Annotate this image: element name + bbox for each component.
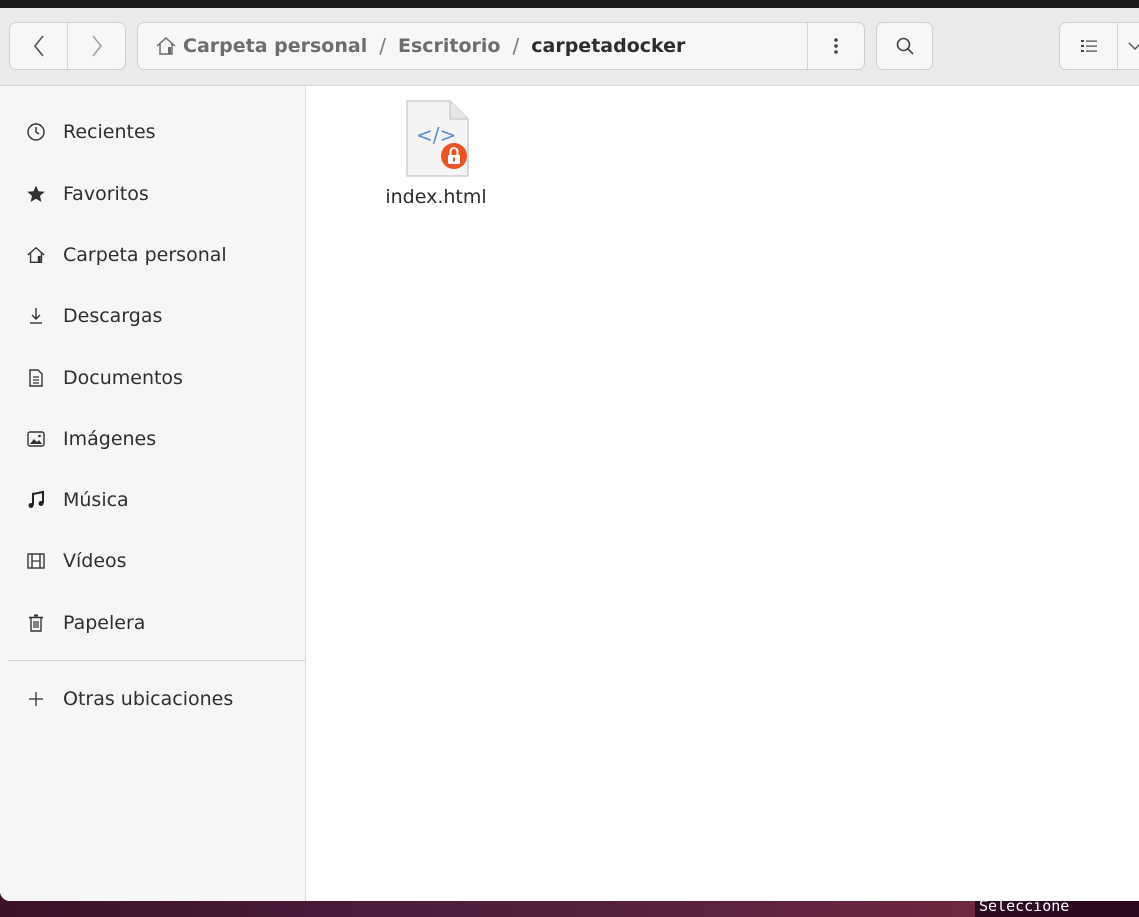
sidebar-item-otras-ubicaciones[interactable]: Otras ubicaciones: [0, 669, 305, 729]
sidebar-item-label: Documentos: [63, 367, 183, 389]
breadcrumb-current[interactable]: carpetadocker: [531, 35, 685, 57]
svg-text:</>: </>: [416, 123, 456, 147]
plus-icon: [25, 688, 47, 710]
sidebar-item-label: Música: [63, 489, 129, 511]
star-icon: [25, 183, 47, 205]
sidebar: Recientes Favoritos Carpeta personal Des…: [0, 86, 306, 901]
sidebar-item-label: Carpeta personal: [63, 244, 227, 266]
sidebar-item-label: Recientes: [63, 121, 156, 143]
breadcrumb-separator: /: [512, 34, 520, 58]
sidebar-item-label: Favoritos: [63, 183, 149, 205]
breadcrumb-escritorio[interactable]: Escritorio: [398, 35, 501, 57]
path-bar: Carpeta personal / Escritorio / carpetad…: [137, 22, 865, 70]
sidebar-item-documentos[interactable]: Documentos: [0, 348, 305, 408]
list-view-button[interactable]: [1060, 23, 1118, 69]
list-view-icon: [1080, 40, 1097, 52]
chevron-down-icon: [1128, 42, 1139, 51]
sidebar-item-musica[interactable]: Música: [0, 470, 305, 530]
path-menu-button[interactable]: [807, 23, 864, 69]
sidebar-item-label: Descargas: [63, 305, 163, 327]
top-bar-strip: [0, 0, 1139, 8]
header-bar: Carpeta personal / Escritorio / carpetad…: [0, 8, 1139, 86]
forward-button[interactable]: [67, 23, 125, 69]
breadcrumb-separator: /: [379, 34, 386, 58]
sidebar-item-videos[interactable]: Vídeos: [0, 531, 305, 591]
sidebar-item-label: Otras ubicaciones: [63, 688, 234, 710]
search-icon: [896, 37, 914, 55]
home-icon: [25, 244, 47, 266]
sidebar-item-favoritos[interactable]: Favoritos: [0, 164, 305, 224]
sidebar-item-carpeta-personal[interactable]: Carpeta personal: [0, 225, 305, 285]
sidebar-item-label: Imágenes: [63, 428, 157, 450]
file-view: </> index.html: [306, 86, 1139, 901]
chevron-right-icon: [91, 35, 102, 57]
film-icon: [25, 550, 47, 572]
sidebar-item-papelera[interactable]: Papelera: [0, 593, 305, 653]
html-file-icon: </>: [406, 100, 469, 177]
breadcrumb-home[interactable]: Carpeta personal: [183, 35, 367, 57]
view-dropdown-button[interactable]: [1118, 23, 1139, 69]
sidebar-item-descargas[interactable]: Descargas: [0, 286, 305, 346]
sidebar-divider: [8, 660, 305, 661]
download-icon: [25, 305, 47, 327]
clock-icon: [25, 121, 47, 143]
search-button[interactable]: [876, 22, 933, 70]
music-icon: [25, 489, 47, 511]
sidebar-item-imagenes[interactable]: Imágenes: [0, 409, 305, 469]
sidebar-item-recientes[interactable]: Recientes: [0, 102, 305, 162]
lock-icon: [441, 143, 467, 169]
file-item-index-html[interactable]: </> index.html: [366, 98, 506, 218]
back-button[interactable]: [10, 23, 67, 69]
file-manager-window: Carpeta personal / Escritorio / carpetad…: [0, 8, 1139, 901]
home-icon[interactable]: [155, 35, 177, 57]
view-options: [1059, 22, 1139, 70]
vertical-dots-icon: [834, 38, 838, 54]
chevron-left-icon: [33, 35, 44, 57]
sidebar-item-label: Papelera: [63, 612, 146, 634]
document-icon: [25, 367, 47, 389]
image-icon: [25, 428, 47, 450]
file-name: index.html: [385, 186, 487, 208]
navigation-buttons: [9, 22, 126, 70]
trash-icon: [25, 612, 47, 634]
sidebar-item-label: Vídeos: [63, 550, 127, 572]
